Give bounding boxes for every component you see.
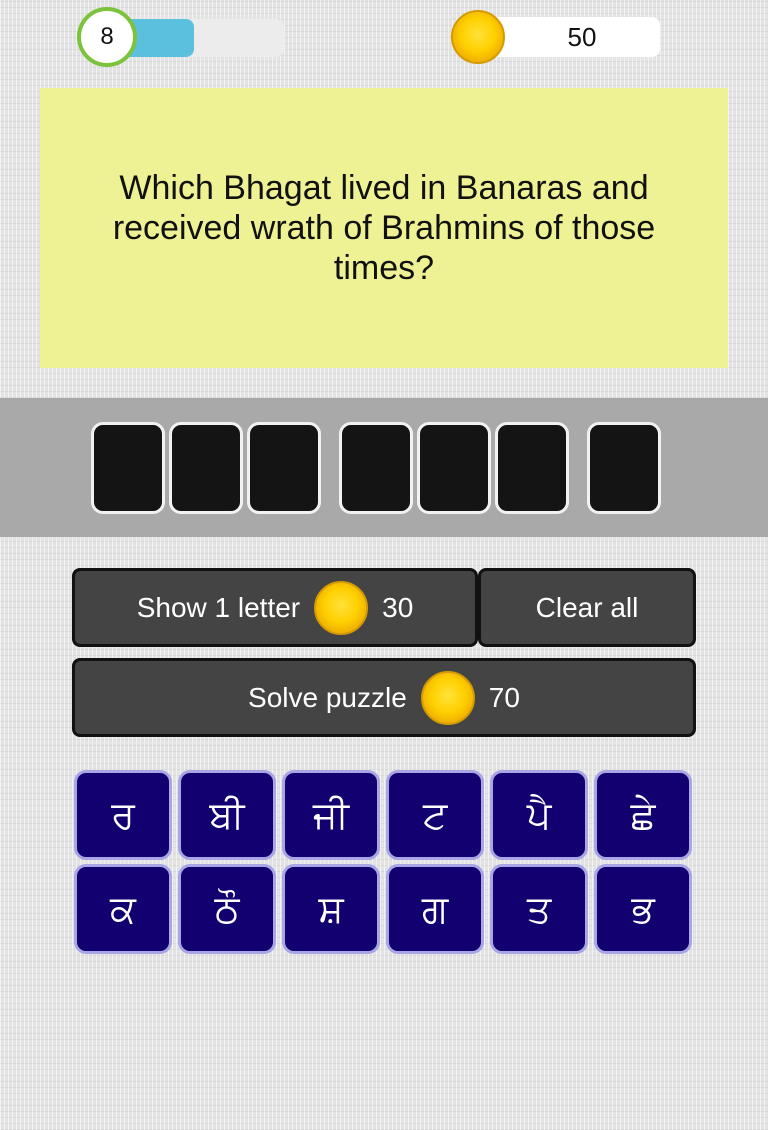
- answer-slot[interactable]: [169, 422, 243, 514]
- solve-puzzle-cost: 70: [488, 681, 520, 713]
- letter-key[interactable]: ਭ: [594, 864, 692, 954]
- clear-all-button[interactable]: Clear all: [478, 568, 696, 647]
- show-letter-cost: 30: [382, 591, 414, 623]
- letter-key[interactable]: ਸ਼: [282, 864, 380, 954]
- question-text: Which Bhagat lived in Banaras and receiv…: [112, 169, 656, 287]
- coin-balance: 50: [486, 17, 660, 57]
- coin-icon: [420, 670, 475, 725]
- coin-icon: [314, 580, 369, 635]
- letter-key[interactable]: ਟ: [386, 770, 484, 860]
- answer-slot[interactable]: [91, 422, 165, 514]
- show-letter-label: Show 1 letter: [136, 591, 301, 623]
- letter-key[interactable]: ਕ: [74, 864, 172, 954]
- letter-key[interactable]: ਤ: [490, 864, 588, 954]
- solve-puzzle-button[interactable]: Solve puzzle 70: [72, 658, 696, 737]
- level-badge: 8: [77, 7, 137, 67]
- question-card: Which Bhagat lived in Banaras and receiv…: [40, 88, 728, 368]
- clear-all-label: Clear all: [535, 591, 639, 623]
- level-progress-bar: [120, 19, 284, 57]
- letter-key[interactable]: ਠੌ: [178, 864, 276, 954]
- letter-key[interactable]: ਗ: [386, 864, 484, 954]
- letter-key[interactable]: ਰ: [74, 770, 172, 860]
- answer-slot[interactable]: [339, 422, 413, 514]
- answer-slot[interactable]: [247, 422, 321, 514]
- coin-count: 50: [567, 21, 597, 52]
- show-letter-button[interactable]: Show 1 letter 30: [72, 568, 478, 647]
- letter-key[interactable]: ਬੀ: [178, 770, 276, 860]
- level-number: 8: [100, 23, 114, 50]
- letter-key[interactable]: ਪੈ: [490, 770, 588, 860]
- coin-icon: [451, 10, 505, 64]
- letter-key[interactable]: ਛੇ: [594, 770, 692, 860]
- letter-key[interactable]: ਜੀ: [282, 770, 380, 860]
- answer-slot[interactable]: [587, 422, 661, 514]
- answer-slot[interactable]: [495, 422, 569, 514]
- answer-slot[interactable]: [417, 422, 491, 514]
- solve-puzzle-label: Solve puzzle: [248, 681, 407, 713]
